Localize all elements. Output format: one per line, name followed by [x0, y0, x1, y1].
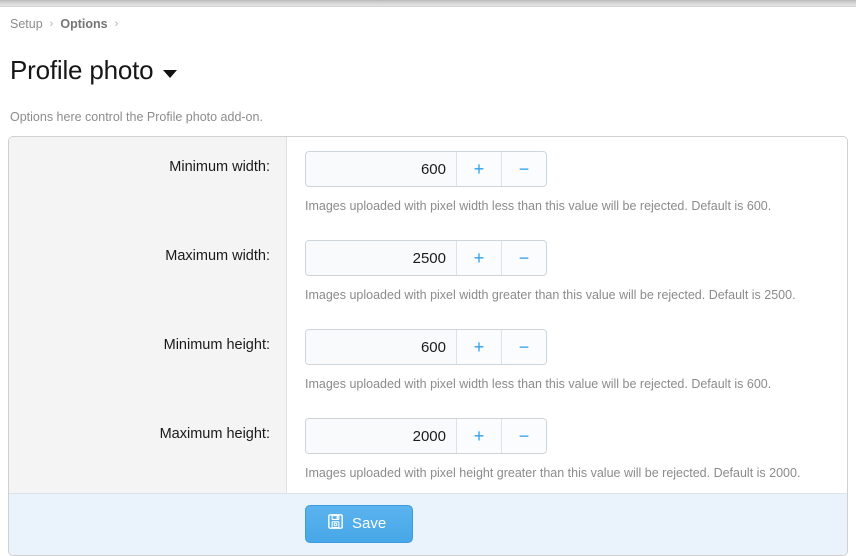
options-panel: Minimum width: + − Images uploaded with … [8, 136, 848, 556]
label-minimum-width: Minimum width: [9, 151, 286, 175]
page-container: Setup › Options › Profile photo Options … [0, 7, 856, 556]
increment-minimum-height-button[interactable]: + [456, 330, 501, 364]
form-row-maximum-height: Maximum height: + − Images uploaded with… [9, 404, 847, 493]
breadcrumb: Setup › Options › [8, 7, 848, 37]
input-maximum-height[interactable] [306, 419, 456, 453]
input-maximum-width[interactable] [306, 241, 456, 275]
decrement-maximum-width-button[interactable]: − [501, 241, 546, 275]
options-form: Minimum width: + − Images uploaded with … [9, 137, 847, 493]
label-maximum-width: Maximum width: [9, 240, 286, 264]
help-minimum-height: Images uploaded with pixel width less th… [305, 365, 847, 393]
increment-minimum-width-button[interactable]: + [456, 152, 501, 186]
page-title: Profile photo [10, 56, 153, 85]
decrement-maximum-height-button[interactable]: − [501, 419, 546, 453]
save-button-label: Save [352, 515, 386, 533]
label-maximum-height: Maximum height: [9, 418, 286, 442]
spinner-minimum-height: + − [305, 329, 547, 365]
help-minimum-width: Images uploaded with pixel width less th… [305, 187, 847, 215]
field-minimum-width: + − Images uploaded with pixel width les… [286, 151, 847, 215]
field-minimum-height: + − Images uploaded with pixel width les… [286, 329, 847, 393]
form-row-maximum-width: Maximum width: + − Images uploaded with … [9, 226, 847, 315]
window-top-chrome [0, 0, 856, 7]
help-maximum-height: Images uploaded with pixel height greate… [305, 454, 847, 482]
spinner-maximum-width: + − [305, 240, 547, 276]
spinner-maximum-height: + − [305, 418, 547, 454]
breadcrumb-item-setup[interactable]: Setup [10, 17, 43, 31]
panel-footer: Save [9, 493, 847, 555]
field-maximum-width: + − Images uploaded with pixel width gre… [286, 240, 847, 304]
input-minimum-width[interactable] [306, 152, 456, 186]
chevron-down-icon[interactable] [163, 70, 177, 78]
decrement-minimum-width-button[interactable]: − [501, 152, 546, 186]
form-row-minimum-height: Minimum height: + − Images uploaded with… [9, 315, 847, 404]
breadcrumb-separator-icon: › [115, 18, 119, 30]
help-maximum-width: Images uploaded with pixel width greater… [305, 276, 847, 304]
increment-maximum-width-button[interactable]: + [456, 241, 501, 275]
label-minimum-height: Minimum height: [9, 329, 286, 353]
page-title-row: Profile photo [8, 37, 848, 102]
field-maximum-height: + − Images uploaded with pixel height gr… [286, 418, 847, 482]
form-row-minimum-width: Minimum width: + − Images uploaded with … [9, 137, 847, 226]
breadcrumb-item-options[interactable]: Options [60, 17, 107, 31]
floppy-disk-save-icon [328, 514, 343, 534]
decrement-minimum-height-button[interactable]: − [501, 330, 546, 364]
increment-maximum-height-button[interactable]: + [456, 419, 501, 453]
breadcrumb-separator-icon: › [50, 18, 54, 30]
spinner-minimum-width: + − [305, 151, 547, 187]
page-subtitle: Options here control the Profile photo a… [8, 102, 848, 124]
input-minimum-height[interactable] [306, 330, 456, 364]
